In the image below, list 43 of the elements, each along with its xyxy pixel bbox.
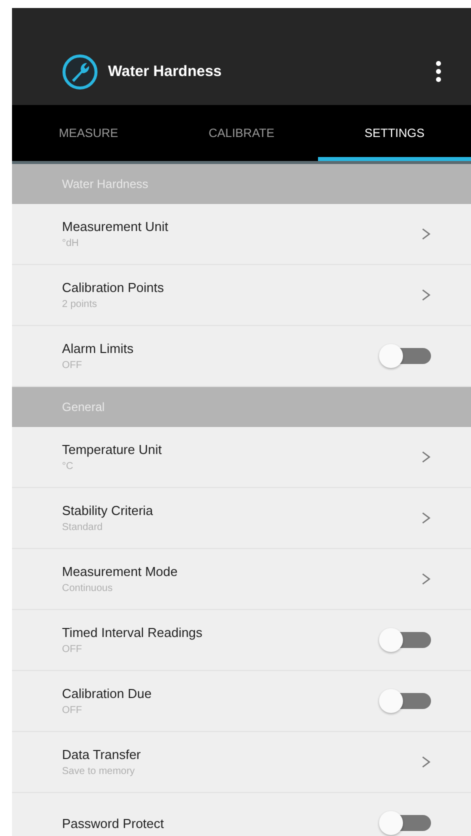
settings-row[interactable]: Measurement Unit °dH bbox=[12, 204, 471, 265]
settings-row[interactable]: Temperature Unit °C bbox=[12, 427, 471, 488]
setting-value: 2 points bbox=[62, 299, 98, 310]
setting-value: Save to memory bbox=[62, 766, 136, 777]
tab[interactable]: CALIBRATE bbox=[165, 105, 318, 161]
settings-row[interactable]: Calibration Due OFF bbox=[12, 671, 471, 732]
wrench-icon bbox=[62, 54, 98, 90]
setting-title: Data Transfer bbox=[62, 747, 142, 762]
tab[interactable]: MEASURE bbox=[12, 105, 165, 161]
toggle-switch[interactable] bbox=[379, 628, 431, 652]
app-title: Water Hardness bbox=[108, 63, 223, 80]
chevron-right-icon bbox=[421, 227, 431, 241]
setting-title: Measurement Unit bbox=[62, 219, 170, 234]
setting-value: °dH bbox=[62, 238, 80, 249]
setting-title: Alarm Limits bbox=[62, 341, 135, 356]
chevron-right-icon bbox=[421, 572, 431, 586]
setting-value: Standard bbox=[62, 522, 104, 533]
setting-value: OFF bbox=[62, 705, 83, 716]
chevron-right-icon bbox=[421, 450, 431, 464]
setting-title: Measurement Mode bbox=[62, 564, 179, 579]
setting-value: OFF bbox=[62, 644, 83, 655]
chevron-right-icon bbox=[421, 755, 431, 769]
chevron-right-icon bbox=[421, 288, 431, 302]
settings-row[interactable]: Measurement Mode Continuous bbox=[12, 549, 471, 610]
settings-row[interactable]: Calibration Points 2 points bbox=[12, 265, 471, 326]
settings-row[interactable]: Data Transfer Save to memory bbox=[12, 732, 471, 793]
toggle-switch[interactable] bbox=[379, 689, 431, 713]
setting-title: Calibration Due bbox=[62, 686, 153, 701]
setting-title: Calibration Points bbox=[62, 280, 165, 295]
toggle-switch[interactable] bbox=[379, 811, 431, 835]
more-options-icon[interactable] bbox=[434, 59, 443, 84]
setting-title: Password Protect bbox=[62, 816, 165, 830]
setting-title: Timed Interval Readings bbox=[62, 625, 204, 640]
setting-value: Continuous bbox=[62, 583, 114, 594]
settings-row[interactable]: Stability Criteria Standard bbox=[12, 488, 471, 549]
settings-row[interactable]: Password Protect bbox=[12, 793, 471, 836]
setting-value: OFF bbox=[62, 360, 83, 371]
chevron-right-icon bbox=[421, 511, 431, 525]
settings-row[interactable]: Timed Interval Readings OFF bbox=[12, 610, 471, 671]
setting-value: °C bbox=[62, 461, 74, 472]
toggle-switch[interactable] bbox=[379, 344, 431, 368]
setting-title: Stability Criteria bbox=[62, 503, 154, 518]
setting-title: Temperature Unit bbox=[62, 442, 163, 457]
